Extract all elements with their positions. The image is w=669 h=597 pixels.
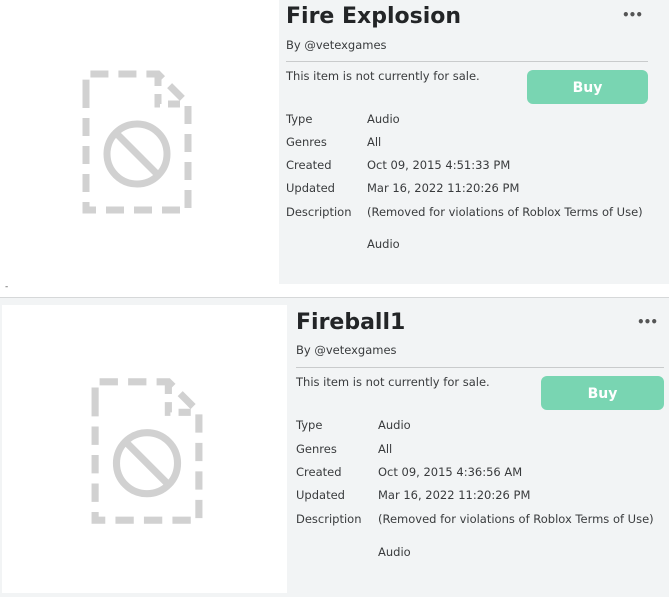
detail-label: Updated	[286, 181, 335, 195]
detail-label: Genres	[296, 442, 337, 456]
detail-label: Type	[296, 418, 323, 432]
blocked-file-icon	[91, 378, 203, 524]
detail-label: Created	[286, 158, 332, 172]
detail-value: Oct 09, 2015 4:51:33 PM	[367, 158, 511, 172]
item-card-fire-explosion: Fire Explosion ••• By @vetexgames This i…	[0, 0, 669, 284]
sale-status: This item is not currently for sale.	[296, 375, 490, 389]
item-title: Fire Explosion	[286, 4, 462, 29]
detail-label: Description	[286, 205, 352, 219]
detail-value[interactable]: All	[378, 442, 392, 456]
detail-label: Type	[286, 112, 313, 126]
buy-button[interactable]: Buy	[527, 70, 648, 104]
detail-value: Oct 09, 2015 4:36:56 AM	[378, 465, 523, 479]
buy-button[interactable]: Buy	[541, 376, 664, 410]
sale-status: This item is not currently for sale.	[286, 69, 480, 83]
detail-value: Audio	[378, 545, 411, 559]
detail-value: Mar 16, 2022 11:20:26 PM	[378, 488, 531, 502]
detail-value: Audio	[367, 237, 400, 251]
detail-label: Created	[296, 465, 342, 479]
detail-value: Audio	[378, 418, 411, 432]
detail-label: Genres	[286, 135, 327, 149]
detail-value: (Removed for violations of Roblox Terms …	[367, 205, 643, 219]
item-thumbnail	[0, 0, 279, 284]
detail-value: Mar 16, 2022 11:20:26 PM	[367, 181, 520, 195]
blocked-file-icon	[82, 70, 192, 214]
divider	[286, 61, 648, 62]
item-title: Fireball1	[296, 310, 406, 335]
card-separator: -	[0, 282, 669, 297]
detail-value[interactable]: All	[367, 135, 381, 149]
detail-label: Updated	[296, 488, 345, 502]
creator-link[interactable]: By @vetexgames	[286, 38, 387, 52]
detail-value: Audio	[367, 112, 400, 126]
more-options-icon[interactable]: •••	[637, 315, 658, 329]
more-options-icon[interactable]: •••	[622, 8, 643, 22]
item-thumbnail	[2, 305, 287, 593]
detail-value: (Removed for violations of Roblox Terms …	[378, 512, 654, 526]
detail-label: Description	[296, 512, 362, 526]
creator-link[interactable]: By @vetexgames	[296, 343, 397, 357]
separator-mark: -	[5, 282, 9, 292]
divider	[296, 367, 664, 368]
